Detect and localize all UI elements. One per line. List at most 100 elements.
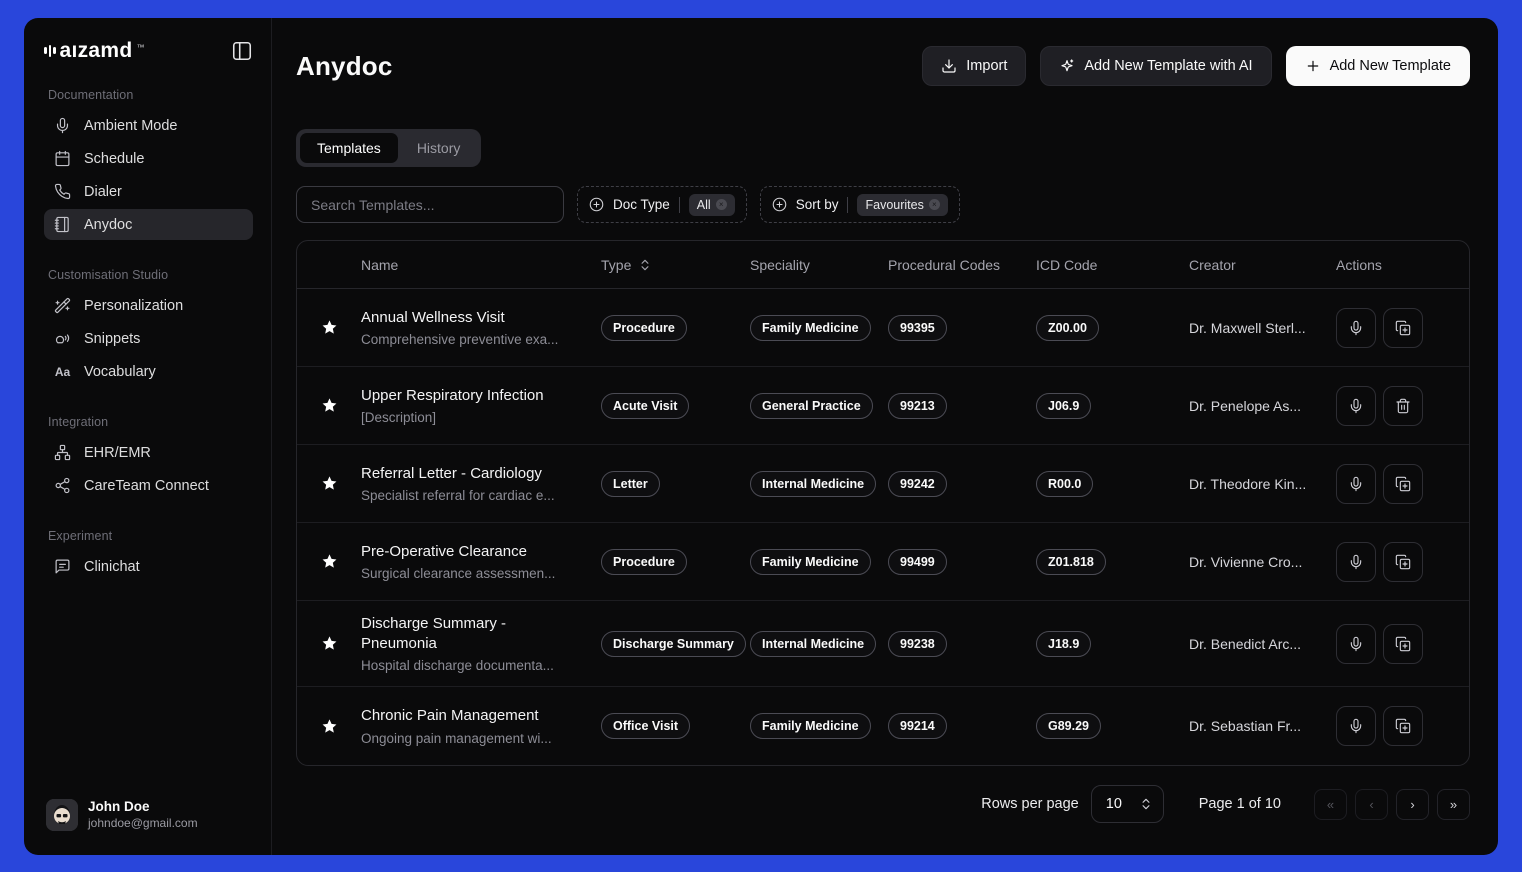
template-name: Pre-Operative Clearance [361, 542, 601, 562]
sidebar-item-careteam-connect[interactable]: CareTeam Connect [44, 470, 253, 501]
table-row[interactable]: Annual Wellness VisitComprehensive preve… [297, 289, 1469, 367]
template-description: Ongoing pain management wi... [361, 731, 601, 746]
favourite-star-icon[interactable] [321, 553, 338, 570]
search-input[interactable] [296, 186, 564, 223]
tab-history[interactable]: History [400, 133, 478, 163]
section-label-customisation-studio: Customisation Studio [48, 268, 253, 282]
table-footer: Rows per page 10 Page 1 of 10 « ‹ › » [296, 785, 1470, 823]
doc-type-value-badge[interactable]: All× [689, 194, 735, 216]
sidebar-item-label: Clinichat [84, 559, 140, 575]
duplicate-button[interactable] [1383, 308, 1423, 348]
page-title: Anydoc [296, 51, 393, 82]
table-row[interactable]: Referral Letter - CardiologySpecialist r… [297, 445, 1469, 523]
sidebar-item-label: Snippets [84, 331, 140, 347]
table-header: Name Type Speciality Procedural Codes IC… [297, 241, 1469, 289]
main-content: Anydoc Import Add New Template with AI A… [272, 18, 1498, 855]
sidebar-item-personalization[interactable]: Personalization [44, 290, 253, 321]
favourite-star-icon[interactable] [321, 319, 338, 336]
microphone-icon [1348, 476, 1364, 492]
column-header-name: Name [361, 257, 601, 273]
doc-type-filter[interactable]: Doc Type All× [577, 186, 747, 223]
column-header-procedural-codes: Procedural Codes [888, 257, 1036, 273]
section-label-integration: Integration [48, 415, 253, 429]
chat-bubble-icon [54, 558, 71, 575]
next-page-button[interactable]: › [1396, 789, 1429, 820]
trademark-mark: ™ [137, 43, 145, 52]
template-description: Comprehensive preventive exa... [361, 332, 601, 347]
type-badge: Procedure [601, 315, 687, 341]
favourite-star-icon[interactable] [321, 718, 338, 735]
favourite-star-icon[interactable] [321, 635, 338, 652]
creator-name: Dr. Sebastian Fr... [1189, 718, 1336, 734]
notebook-icon [54, 216, 71, 233]
speciality-badge: Internal Medicine [750, 631, 876, 657]
creator-name: Dr. Theodore Kin... [1189, 476, 1336, 492]
dictate-button[interactable] [1336, 542, 1376, 582]
sparkles-icon [1059, 58, 1075, 74]
column-header-type[interactable]: Type [601, 257, 750, 273]
user-email: johndoe@gmail.com [88, 816, 198, 831]
import-button[interactable]: Import [922, 46, 1026, 86]
duplicate-button[interactable] [1383, 542, 1423, 582]
dictate-button[interactable] [1336, 624, 1376, 664]
table-row[interactable]: Upper Respiratory Infection[Description]… [297, 367, 1469, 445]
previous-page-button[interactable]: ‹ [1355, 789, 1388, 820]
speciality-badge: General Practice [750, 393, 873, 419]
duplicate-button[interactable] [1383, 464, 1423, 504]
sort-by-filter[interactable]: Sort by Favourites× [760, 186, 960, 223]
template-description: Surgical clearance assessmen... [361, 566, 601, 581]
sidebar-item-snippets[interactable]: Snippets [44, 323, 253, 354]
clear-filter-icon[interactable]: × [716, 199, 727, 210]
rows-per-page-select[interactable]: 10 [1091, 785, 1164, 823]
user-profile[interactable]: John Doe johndoe@gmail.com [44, 795, 253, 835]
sidebar-item-schedule[interactable]: Schedule [44, 143, 253, 174]
brand-logo-text: aızamd [60, 40, 133, 61]
type-badge: Office Visit [601, 713, 690, 739]
clear-filter-icon[interactable]: × [929, 199, 940, 210]
sidebar-item-label: Ambient Mode [84, 118, 178, 134]
last-page-button[interactable]: » [1437, 789, 1470, 820]
microphone-icon [1348, 320, 1364, 336]
sidebar-item-ehr-emr[interactable]: EHR/EMR [44, 437, 253, 468]
sidebar-collapse-icon[interactable] [231, 40, 253, 62]
copy-plus-icon [1395, 320, 1411, 336]
first-page-button[interactable]: « [1314, 789, 1347, 820]
view-tabs: Templates History [296, 129, 481, 167]
snippets-audio-icon [54, 330, 71, 347]
favourite-star-icon[interactable] [321, 475, 338, 492]
tab-templates[interactable]: Templates [300, 133, 398, 163]
sidebar-item-label: Personalization [84, 298, 183, 314]
table-row[interactable]: Discharge Summary - PneumoniaHospital di… [297, 601, 1469, 687]
column-header-creator: Creator [1189, 257, 1336, 273]
creator-name: Dr. Maxwell Sterl... [1189, 320, 1336, 336]
sidebar-item-ambient-mode[interactable]: Ambient Mode [44, 110, 253, 141]
dictate-button[interactable] [1336, 308, 1376, 348]
duplicate-button[interactable] [1383, 624, 1423, 664]
icd-code-badge: J06.9 [1036, 393, 1091, 419]
dictate-button[interactable] [1336, 464, 1376, 504]
delete-button[interactable] [1383, 386, 1423, 426]
copy-plus-icon [1395, 636, 1411, 652]
sidebar-item-clinichat[interactable]: Clinichat [44, 551, 253, 582]
circle-plus-icon [589, 197, 604, 212]
dictate-button[interactable] [1336, 706, 1376, 746]
table-row[interactable]: Chronic Pain ManagementOngoing pain mana… [297, 687, 1469, 765]
microphone-icon [1348, 718, 1364, 734]
phone-icon [54, 183, 71, 200]
sort-by-value-badge[interactable]: Favourites× [857, 194, 947, 216]
add-new-template-button[interactable]: Add New Template [1286, 46, 1470, 86]
template-name: Referral Letter - Cardiology [361, 464, 601, 484]
add-template-with-ai-button[interactable]: Add New Template with AI [1040, 46, 1271, 86]
dictate-button[interactable] [1336, 386, 1376, 426]
template-description: Hospital discharge documenta... [361, 658, 601, 673]
type-badge: Letter [601, 471, 660, 497]
sidebar-item-vocabulary[interactable]: Aa Vocabulary [44, 356, 253, 387]
sidebar-item-dialer[interactable]: Dialer [44, 176, 253, 207]
favourite-star-icon[interactable] [321, 397, 338, 414]
sidebar-item-anydoc[interactable]: Anydoc [44, 209, 253, 240]
copy-plus-icon [1395, 718, 1411, 734]
duplicate-button[interactable] [1383, 706, 1423, 746]
sidebar-item-label: Vocabulary [84, 364, 156, 380]
network-icon [54, 444, 71, 461]
table-row[interactable]: Pre-Operative Clearance Surgical clearanc… [297, 523, 1469, 601]
